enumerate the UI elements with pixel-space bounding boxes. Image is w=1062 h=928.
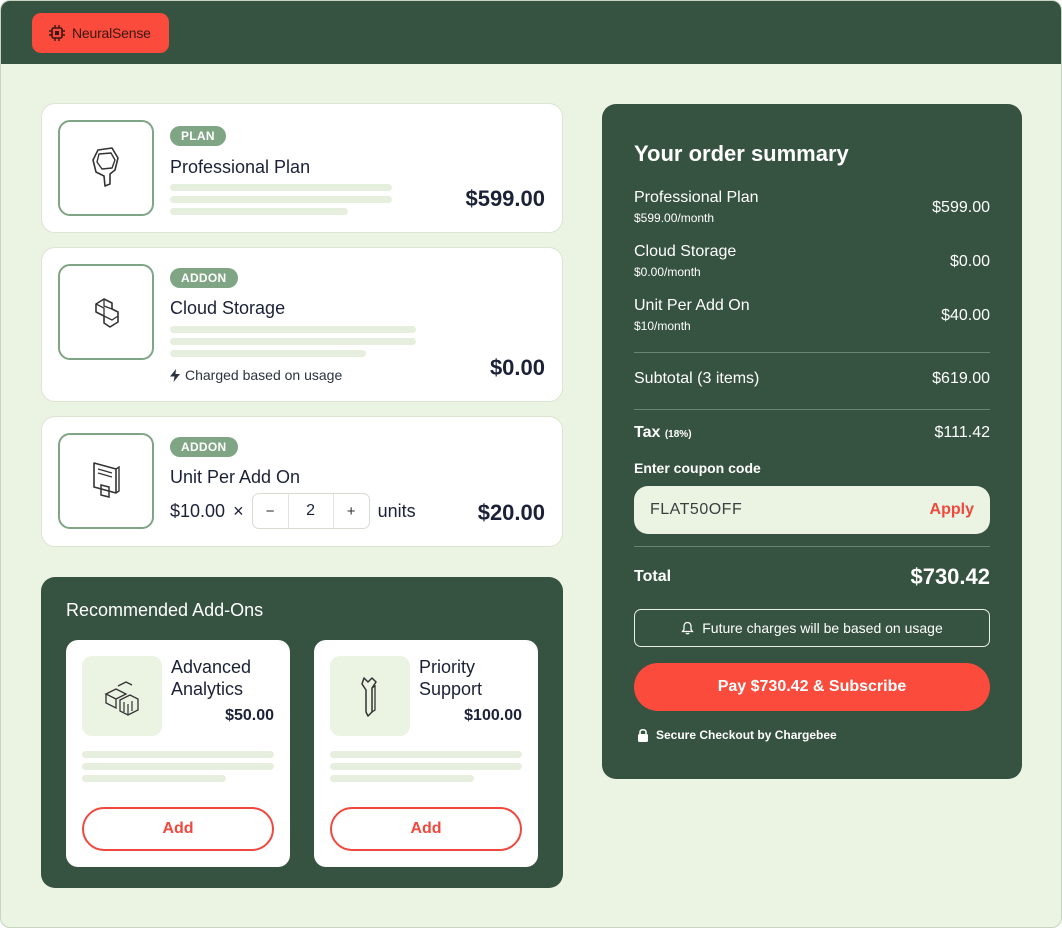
placeholder-line: [170, 338, 416, 345]
placeholder-line: [330, 751, 522, 758]
divider: [634, 409, 990, 410]
tax-label: Tax: [634, 424, 661, 441]
divider: [634, 352, 990, 353]
usage-note-text: Charged based on usage: [185, 367, 343, 383]
placeholder-line: [330, 775, 474, 782]
addon-card-priority-support: Priority Support $100.00 Add: [314, 640, 538, 867]
summary-line: Cloud Storage $0.00/month $0.00: [634, 243, 990, 279]
recommended-addons: Recommended Add-Ons Advanced Analytics $…: [41, 577, 563, 888]
order-summary: Your order summary Professional Plan $59…: [602, 104, 1022, 779]
summary-line: Professional Plan $599.00/month $599.00: [634, 189, 990, 225]
cart-item-cloud-storage: ADDON Cloud Storage Charged based on usa…: [41, 247, 563, 402]
addon-price: $50.00: [225, 707, 274, 724]
quantity-row: $10.00 × − 2 + units: [170, 493, 416, 529]
addon-badge: ADDON: [170, 437, 238, 457]
times-sign: ×: [233, 500, 244, 521]
chip-icon: [49, 25, 65, 41]
placeholder-line: [330, 763, 522, 770]
placeholder-line: [170, 350, 366, 357]
total-label: Total: [634, 568, 672, 585]
addon-badge: ADDON: [170, 268, 238, 288]
quantity-stepper: − 2 +: [251, 493, 370, 529]
subtotal-label: Subtotal (3 items): [634, 370, 760, 387]
add-priority-support-button[interactable]: Add: [330, 807, 522, 851]
pay-and-subscribe-button[interactable]: Pay $730.42 & Subscribe: [634, 663, 990, 711]
summary-line: Unit Per Add On $10/month $40.00: [634, 297, 990, 333]
secure-checkout-note: Secure Checkout by Chargebee: [637, 728, 837, 742]
item-title: Unit Per Add On: [170, 467, 301, 487]
total-row: Total $730.42: [634, 564, 990, 590]
tax-row: Tax (18%) $111.42: [634, 424, 990, 442]
cart-item-unit-per-add-on: ADDON Unit Per Add On $10.00 × − 2 + uni…: [41, 416, 563, 547]
summary-title: Your order summary: [634, 141, 849, 166]
line-name: Unit Per Add On: [634, 297, 750, 314]
addon-card-advanced-analytics: Advanced Analytics $50.00 Add: [66, 640, 290, 867]
secure-checkout-text: Secure Checkout by Chargebee: [656, 728, 837, 742]
plan-badge: PLAN: [170, 126, 226, 146]
line-amount: $599.00: [932, 199, 990, 216]
coupon-input[interactable]: FLAT50OFF: [650, 501, 742, 519]
tax-amount: $111.42: [934, 424, 990, 441]
placeholder-line: [170, 196, 392, 203]
coupon-field[interactable]: FLAT50OFF Apply: [634, 486, 990, 534]
unit-price: $10.00: [170, 500, 226, 521]
units-label: units: [377, 500, 416, 521]
decrement-button[interactable]: −: [253, 494, 288, 528]
lock-icon: [638, 728, 648, 742]
addon-price: $100.00: [464, 707, 522, 724]
future-charges-notice: Future charges will be based on usage: [634, 609, 990, 647]
wrench-icon: [330, 656, 410, 736]
total-amount: $730.42: [910, 564, 990, 589]
tax-label-group: Tax (18%): [634, 424, 692, 442]
storage-icon: [58, 264, 154, 360]
subtotal-row: Subtotal (3 items) $619.00: [634, 370, 990, 388]
future-charges-text: Future charges will be based on usage: [702, 620, 943, 636]
item-title: Cloud Storage: [170, 298, 286, 318]
checkout-page: NeuralSense PLAN Professional Plan $599.…: [0, 0, 1062, 928]
subtotal-amount: $619.00: [932, 370, 990, 387]
add-advanced-analytics-button[interactable]: Add: [82, 807, 274, 851]
item-price: $0.00: [489, 355, 545, 380]
unit-icon: [58, 433, 154, 529]
apply-coupon-button[interactable]: Apply: [930, 501, 974, 519]
placeholder-line: [82, 775, 226, 782]
analytics-icon: [82, 656, 162, 736]
line-amount: $40.00: [941, 307, 990, 324]
cart-item-professional-plan: PLAN Professional Plan $599.00: [41, 103, 563, 233]
addon-name: Advanced Analytics: [171, 657, 252, 699]
lightning-icon: [170, 368, 180, 382]
usage-note: Charged based on usage: [170, 367, 342, 383]
line-amount: $0.00: [949, 253, 990, 270]
coupon-label: Enter coupon code: [634, 460, 761, 476]
increment-button[interactable]: +: [334, 494, 369, 528]
item-title: Professional Plan: [170, 157, 311, 177]
item-price: $20.00: [477, 500, 545, 525]
placeholder-line: [170, 184, 392, 191]
brand-name: NeuralSense: [72, 25, 151, 41]
item-price: $599.00: [465, 186, 545, 211]
line-subtext: $0.00/month: [634, 265, 701, 279]
top-bar: NeuralSense: [1, 1, 1061, 64]
divider: [634, 546, 990, 547]
quantity-value[interactable]: 2: [287, 494, 334, 528]
placeholder-line: [170, 326, 416, 333]
bell-icon: [681, 621, 694, 635]
line-name: Cloud Storage: [634, 243, 737, 260]
tax-rate: (18%): [664, 429, 692, 440]
placeholder-line: [170, 208, 348, 215]
addon-name: Priority Support: [419, 657, 483, 699]
brand-logo[interactable]: NeuralSense: [32, 13, 169, 53]
section-title: Recommended Add-Ons: [66, 600, 264, 620]
plan-icon: [58, 120, 154, 216]
placeholder-line: [82, 751, 274, 758]
line-subtext: $10/month: [634, 319, 691, 333]
placeholder-line: [82, 763, 274, 770]
